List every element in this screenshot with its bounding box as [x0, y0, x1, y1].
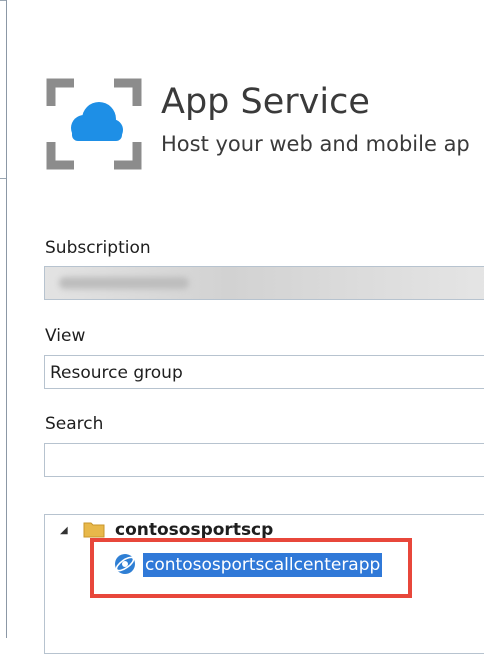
page-subtitle: Host your web and mobile ap — [161, 132, 470, 156]
tree-group-resource-group[interactable]: contososportscp — [115, 520, 273, 540]
app-service-icon — [46, 78, 142, 170]
folder-icon — [83, 522, 105, 538]
page-title: App Service — [161, 82, 370, 122]
subscription-value-redacted — [59, 277, 189, 289]
highlight-callout-box — [90, 538, 412, 598]
subscription-label: Subscription — [45, 238, 151, 258]
view-selected-value: Resource group — [50, 363, 183, 383]
collapse-triangle-icon[interactable]: ◢ — [60, 525, 68, 536]
search-input[interactable] — [44, 443, 484, 477]
view-dropdown[interactable]: Resource group — [44, 355, 484, 389]
search-label: Search — [45, 414, 104, 434]
subscription-dropdown[interactable] — [44, 266, 484, 300]
view-label: View — [45, 326, 86, 346]
